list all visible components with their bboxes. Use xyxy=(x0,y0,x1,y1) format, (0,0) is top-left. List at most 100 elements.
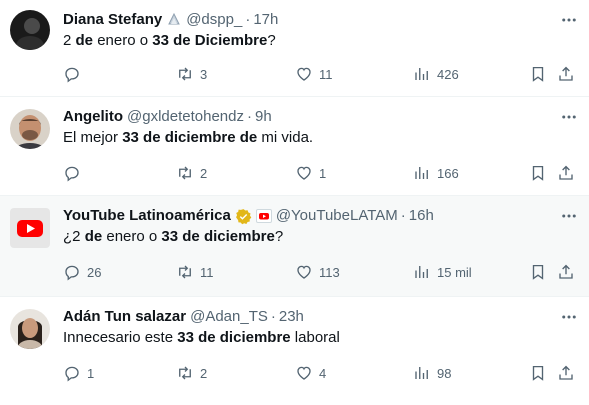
timestamp[interactable]: 17h xyxy=(253,10,278,30)
tweet-text-run: ? xyxy=(274,228,284,245)
timestamp[interactable]: 23h xyxy=(279,307,304,327)
timestamp[interactable]: 16h xyxy=(409,206,434,226)
avatar[interactable] xyxy=(10,10,50,50)
share-icon xyxy=(559,66,573,81)
reply-count: 1 xyxy=(87,365,95,381)
avatar[interactable] xyxy=(10,208,50,248)
avatar[interactable] xyxy=(10,309,50,349)
retweet-icon xyxy=(179,166,191,180)
reply-button[interactable] xyxy=(63,163,87,183)
tweet-text-run: mi vida. xyxy=(257,129,314,146)
reply-button[interactable]: 26 xyxy=(63,262,101,282)
share-button[interactable] xyxy=(557,163,575,183)
timestamp[interactable]: 9h xyxy=(255,107,272,127)
retweet-count: 3 xyxy=(200,66,208,82)
reply-icon xyxy=(65,366,79,382)
handle[interactable]: @dspp_ xyxy=(186,10,242,30)
views-count: 15 mil xyxy=(437,264,472,280)
highlighted-text: 33 de diciembre xyxy=(177,329,291,346)
views-icon xyxy=(415,367,428,379)
bookmark-button[interactable] xyxy=(529,262,547,282)
views-icon xyxy=(415,167,428,179)
highlighted-text: de xyxy=(75,32,94,49)
like-button[interactable]: 1 xyxy=(295,163,326,183)
reply-count: 26 xyxy=(87,264,102,280)
views-button[interactable]: 98 xyxy=(413,363,451,383)
share-button[interactable] xyxy=(557,64,575,84)
views-icon xyxy=(415,266,428,278)
tweet-text-run: ? xyxy=(267,32,276,49)
handle[interactable]: @YouTubeLATAM xyxy=(276,206,398,226)
like-icon xyxy=(297,67,311,81)
highlighted-text: 33 de Diciembre xyxy=(152,32,268,49)
retweet-button[interactable]: 11 xyxy=(176,262,214,282)
more-icon[interactable] xyxy=(559,307,579,327)
reply-button[interactable] xyxy=(63,64,87,84)
tweet[interactable]: Diana Stefany @dspp_ · 17h 2 de enero o … xyxy=(0,0,589,97)
separator-dot: · xyxy=(246,108,252,125)
separator-dot: · xyxy=(245,11,251,28)
views-button[interactable]: 166 xyxy=(413,163,459,183)
separator-dot: · xyxy=(400,207,406,224)
share-icon xyxy=(559,264,573,279)
views-button[interactable]: 426 xyxy=(413,64,459,84)
retweet-icon xyxy=(179,67,191,81)
tweet[interactable]: Adán Tun salazar @Adan_TS · 23h Innecesa… xyxy=(0,297,589,405)
tweet-actions: 26 11 113 15 mil xyxy=(63,262,575,282)
display-name[interactable]: YouTube Latinoamérica xyxy=(63,206,231,226)
more-icon[interactable] xyxy=(559,10,579,30)
bookmark-button[interactable] xyxy=(529,163,547,183)
handle[interactable]: @gxldetetohendz xyxy=(127,107,244,127)
like-button[interactable]: 4 xyxy=(295,363,326,383)
tweet-text-run: enero o xyxy=(102,228,162,245)
reply-button[interactable]: 1 xyxy=(63,363,94,383)
handle[interactable]: @Adan_TS xyxy=(190,307,268,327)
retweet-count: 11 xyxy=(200,264,214,280)
like-button[interactable]: 113 xyxy=(295,262,340,282)
retweet-icon xyxy=(179,366,191,380)
retweet-count: 2 xyxy=(200,365,208,381)
share-button[interactable] xyxy=(557,262,575,282)
highlighted-text: de xyxy=(84,228,103,245)
bookmark-icon xyxy=(532,365,544,381)
display-name[interactable]: Angelito xyxy=(63,107,123,127)
avatar[interactable] xyxy=(10,109,50,149)
bookmark-button[interactable] xyxy=(529,363,547,383)
bookmark-icon xyxy=(532,264,544,280)
share-button[interactable] xyxy=(557,363,575,383)
more-icon[interactable] xyxy=(559,107,579,127)
youtube-logo-icon xyxy=(255,208,272,224)
bookmark-icon xyxy=(532,66,544,82)
tweet-text: ¿2 de enero o 33 de diciembre? xyxy=(63,227,549,247)
tweet-text: 2 de enero o 33 de Diciembre? xyxy=(63,31,549,51)
views-button[interactable]: 15 mil xyxy=(413,262,472,282)
tweet-actions: 1 2 4 98 xyxy=(63,363,575,383)
separator-dot: · xyxy=(270,308,276,325)
like-button[interactable]: 11 xyxy=(295,64,333,84)
tweet-text-run: El mejor xyxy=(63,129,123,146)
tweet-text-run: 2 xyxy=(63,32,76,49)
like-icon xyxy=(297,166,311,180)
reply-icon xyxy=(65,166,79,182)
tweet-text-run: Innecesario este xyxy=(63,329,178,346)
more-icon[interactable] xyxy=(559,206,579,226)
bookmark-button[interactable] xyxy=(529,64,547,84)
tweet-text-run: laboral xyxy=(290,329,340,346)
tweet[interactable]: YouTube Latinoamérica @YouTubeLATAM · 16… xyxy=(0,196,589,297)
retweet-icon xyxy=(179,265,191,279)
display-name[interactable]: Diana Stefany xyxy=(63,10,162,30)
views-count: 166 xyxy=(437,165,459,181)
tweet-text: El mejor 33 de diciembre de mi vida. xyxy=(63,128,549,148)
retweet-button[interactable]: 2 xyxy=(176,363,207,383)
share-icon xyxy=(559,165,573,180)
emoji-badge-icon xyxy=(166,12,182,28)
like-icon xyxy=(297,265,311,279)
views-count: 426 xyxy=(437,66,459,82)
display-name[interactable]: Adán Tun salazar xyxy=(63,307,186,327)
retweet-button[interactable]: 2 xyxy=(176,163,207,183)
share-icon xyxy=(559,365,573,380)
highlighted-text: 33 de diciembre xyxy=(161,228,275,245)
tweet[interactable]: Angelito @gxldetetohendz · 9h El mejor 3… xyxy=(0,97,589,196)
highlighted-text: 33 de diciembre de xyxy=(122,129,258,146)
retweet-button[interactable]: 3 xyxy=(176,64,207,84)
